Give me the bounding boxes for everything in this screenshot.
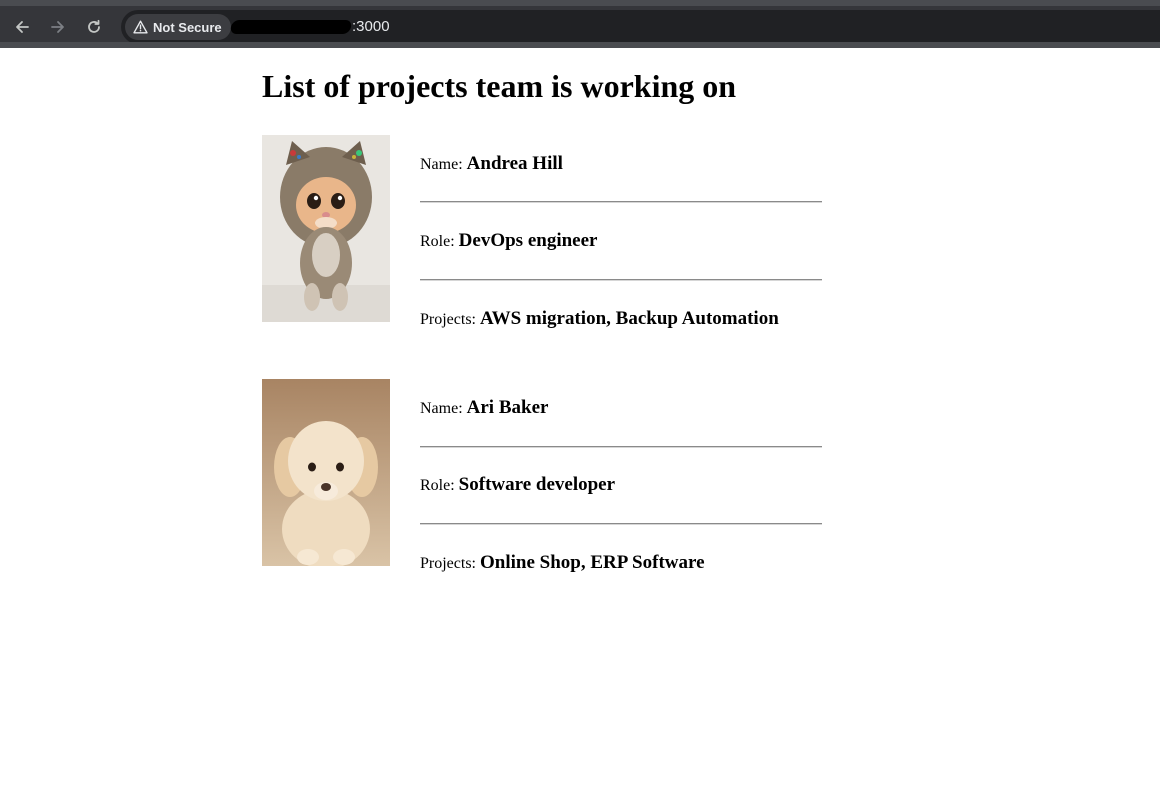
url-text[interactable]: :3000 [229, 18, 390, 35]
toolbar-bottom-border [0, 42, 1160, 48]
url-port: :3000 [352, 18, 390, 35]
address-bar[interactable]: Not Secure :3000 [121, 10, 1160, 44]
name-value: Andrea Hill [466, 153, 563, 174]
name-label: Name: [420, 400, 463, 417]
team-member-card: Name: Andrea Hill Role: DevOps engineer … [262, 135, 822, 335]
security-label: Not Secure [153, 19, 222, 35]
divider [420, 279, 822, 281]
warning-icon [133, 20, 148, 34]
kitten-in-hat-photo [262, 135, 390, 322]
role-label: Role: [420, 477, 455, 494]
arrow-right-icon [51, 21, 64, 33]
name-field: Name: Ari Baker [420, 397, 548, 420]
reload-button[interactable] [81, 14, 107, 40]
role-label: Role: [420, 233, 455, 250]
projects-field: Projects: AWS migration, Backup Automati… [420, 308, 779, 331]
projects-label: Projects: [420, 555, 476, 572]
reload-icon [88, 19, 100, 33]
puppy-photo [262, 379, 390, 566]
projects-field: Projects: Online Shop, ERP Software [420, 552, 705, 575]
divider [420, 201, 822, 203]
divider [420, 446, 822, 448]
security-indicator[interactable]: Not Secure [125, 14, 231, 40]
projects-value: AWS migration, Backup Automation [480, 308, 779, 329]
projects-label: Projects: [420, 311, 476, 328]
team-member-card: Name: Ari Baker Role: Software developer… [262, 379, 822, 579]
member-photo [262, 379, 390, 566]
name-field: Name: Andrea Hill [420, 153, 563, 176]
page-title: List of projects team is working on [262, 68, 737, 104]
name-label: Name: [420, 156, 463, 173]
back-button[interactable] [9, 14, 35, 40]
divider [420, 523, 822, 525]
name-value: Ari Baker [466, 397, 549, 418]
redacted-host [229, 19, 353, 34]
role-value: Software developer [458, 474, 616, 495]
browser-toolbar: Not Secure :3000 [0, 0, 1160, 48]
member-photo [262, 135, 390, 322]
role-field: Role: Software developer [420, 474, 615, 497]
forward-button[interactable] [45, 14, 71, 40]
arrow-left-icon [16, 21, 29, 33]
role-value: DevOps engineer [458, 230, 598, 251]
role-field: Role: DevOps engineer [420, 230, 597, 253]
projects-value: Online Shop, ERP Software [480, 552, 705, 573]
